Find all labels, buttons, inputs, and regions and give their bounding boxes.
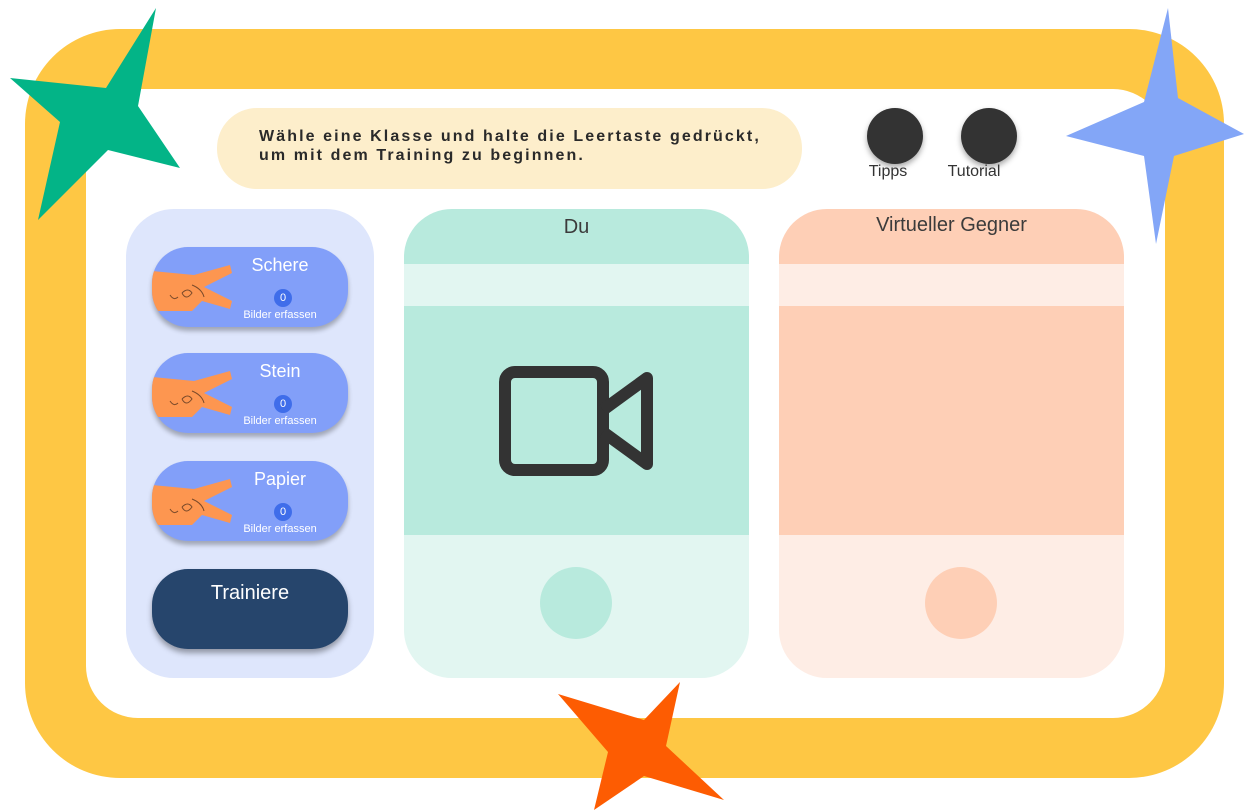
instruction-line-1: Wähle eine Klasse und halte die Leertast… [259, 128, 761, 145]
app-stage: Wähle eine Klasse und halte die Leertast… [0, 0, 1249, 811]
class-name: Papier [253, 469, 307, 489]
player-panel-title: Du [563, 216, 590, 238]
opponent-panel-title: Virtueller Gegner [876, 214, 1027, 236]
capture-images-label: Bilder erfassen [243, 309, 317, 321]
player-home-button[interactable] [540, 567, 612, 639]
video-camera-icon [499, 366, 653, 476]
opponent-view [779, 306, 1124, 535]
tips-button[interactable] [867, 108, 923, 164]
capture-images-label: Bilder erfassen [243, 523, 317, 535]
image-count-badge: 0 [274, 289, 292, 307]
image-count-badge: 0 [274, 503, 292, 521]
tutorial-label: Tutorial [947, 163, 1001, 180]
instruction-line-2: um mit dem Training zu beginnen. [259, 147, 585, 164]
class-button-schere[interactable]: Schere 0 Bilder erfassen [152, 247, 348, 327]
tips-label: Tipps [868, 163, 908, 180]
opponent-panel: Virtueller Gegner [779, 209, 1124, 678]
player-panel-strip [404, 264, 749, 306]
opponent-panel-strip [779, 264, 1124, 306]
green-star-icon [10, 8, 180, 220]
class-button-stein[interactable]: Stein 0 Bilder erfassen [152, 353, 348, 433]
train-button[interactable]: Trainiere [152, 569, 348, 649]
player-panel: Du [404, 209, 749, 678]
image-count-badge: 0 [274, 395, 292, 413]
capture-images-label: Bilder erfassen [243, 415, 317, 427]
opponent-home-button[interactable] [925, 567, 997, 639]
instruction-banner: Wähle eine Klasse und halte die Leertast… [217, 108, 802, 189]
tutorial-button[interactable] [961, 108, 1017, 164]
player-camera-view [404, 306, 749, 535]
orange-star-icon [558, 682, 724, 810]
class-button-papier[interactable]: Papier 0 Bilder erfassen [152, 461, 348, 541]
class-name: Schere [251, 255, 309, 275]
class-name: Stein [259, 361, 301, 381]
